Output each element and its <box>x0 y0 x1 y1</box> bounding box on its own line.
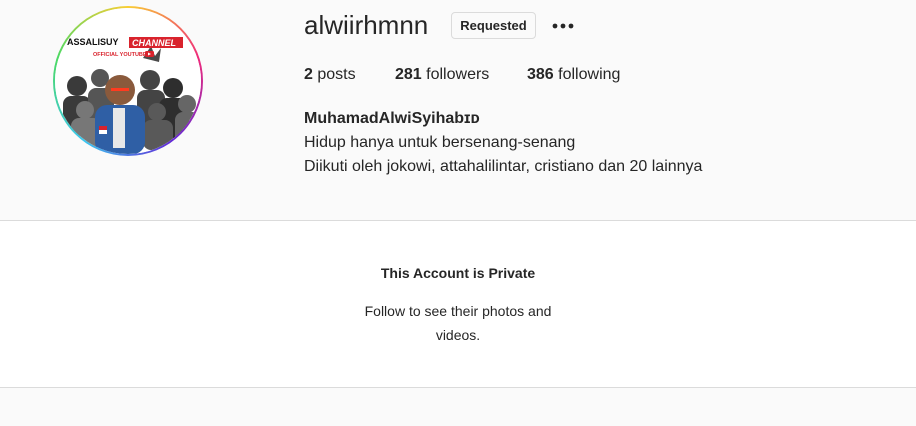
username: alwiirhmnn <box>304 10 429 40</box>
full-name: MuhamadAlwiSyihabɪᴅ <box>304 110 480 127</box>
bio-text: Hidup hanya untuk bersenang-senang <box>304 134 576 151</box>
avatar-banner-channel: CHANNEL <box>132 38 176 48</box>
profile-header: ASSALISUY CHANNEL OFFICIAL YOUTUBE alwii… <box>0 0 916 220</box>
followers-label: followers <box>426 66 490 83</box>
posts-label: posts <box>317 66 356 83</box>
requested-button[interactable]: Requested <box>451 12 536 39</box>
private-account-notice: This Account is Private Follow to see th… <box>0 221 916 388</box>
avatar-banner-text: ASSALISUY <box>67 37 119 47</box>
private-title: This Account is Private <box>380 265 536 281</box>
followers-count: 281 <box>395 66 422 83</box>
following-label: following <box>558 66 621 83</box>
more-dots-icon[interactable] <box>551 14 575 38</box>
following-stat[interactable]: 386 following <box>527 66 620 84</box>
following-count: 386 <box>527 66 554 83</box>
avatar-story-ring[interactable]: ASSALISUY CHANNEL OFFICIAL YOUTUBE <box>53 6 203 156</box>
followers-stat[interactable]: 281 followers <box>395 66 489 84</box>
posts-stat: 2 posts <box>304 66 356 84</box>
private-subtitle: Follow to see their photos and videos. <box>364 303 552 343</box>
avatar-banner-subtitle: OFFICIAL YOUTUBE <box>93 52 147 58</box>
avatar[interactable]: ASSALISUY CHANNEL OFFICIAL YOUTUBE <box>55 8 201 154</box>
followed-by-text[interactable]: Diikuti oleh jokowi, attahalilintar, cri… <box>304 155 702 179</box>
posts-count: 2 <box>304 66 313 83</box>
profile-bio: MuhamadAlwiSyihabɪᴅ Hidup hanya untuk be… <box>304 107 702 179</box>
avatar-image: ASSALISUY CHANNEL OFFICIAL YOUTUBE <box>55 8 201 154</box>
